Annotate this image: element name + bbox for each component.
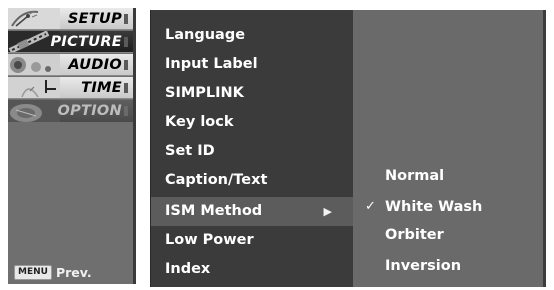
menu-item-label: Set ID — [165, 143, 215, 159]
tab-time-label: TIME — [81, 77, 128, 98]
satellite-dish-icon — [8, 8, 60, 29]
menu-item-simplink[interactable]: SIMPLINK — [151, 79, 354, 108]
tab-time[interactable]: TIME — [8, 77, 133, 99]
ism-method-options: Normal ✓ White Wash Orbiter Inversion — [353, 10, 546, 287]
tab-audio-label: AUDIO — [68, 54, 128, 75]
tab-audio[interactable]: AUDIO — [8, 54, 133, 76]
clock-hands-icon — [8, 77, 60, 98]
option-disc-icon — [8, 100, 60, 122]
menu-item-label: Index — [165, 261, 211, 277]
tab-option-label: OPTION — [57, 100, 128, 122]
tab-picture-label: PICTURE — [51, 31, 129, 52]
tab-setup-label: SETUP — [68, 8, 128, 29]
checkmark-icon: ✓ — [365, 199, 376, 214]
osd-tab-column: SETUP PICTURE AUDIO TIME OPTION MENU Pre… — [8, 8, 136, 284]
menu-item-label: Low Power — [165, 232, 254, 248]
option-label: White Wash — [385, 199, 483, 215]
prev-hint: MENU Prev. — [14, 264, 92, 280]
menu-item-language[interactable]: Language — [151, 21, 354, 50]
speaker-icon — [8, 54, 60, 75]
menu-item-input-label[interactable]: Input Label — [151, 50, 354, 79]
setup-submenu: Language Input Label SIMPLINK Key lock S… — [150, 10, 354, 287]
menu-item-label: SIMPLINK — [165, 85, 244, 101]
option-orbiter[interactable]: Orbiter — [353, 221, 543, 249]
menu-key-icon: MENU — [14, 264, 52, 280]
option-label: Normal — [385, 168, 445, 184]
prev-label: Prev. — [55, 264, 92, 280]
tab-picture[interactable]: PICTURE — [8, 31, 133, 53]
menu-item-set-id[interactable]: Set ID — [151, 137, 354, 166]
menu-item-label: ISM Method — [165, 203, 263, 219]
submenu-arrow-icon: ▶ — [323, 205, 332, 218]
menu-item-label: Input Label — [165, 56, 258, 72]
menu-item-key-lock[interactable]: Key lock — [151, 108, 354, 137]
menu-item-low-power[interactable]: Low Power — [151, 226, 354, 255]
menu-item-label: Caption/Text — [165, 172, 268, 188]
option-normal[interactable]: Normal — [353, 162, 543, 190]
menu-item-caption-text[interactable]: Caption/Text — [151, 166, 354, 195]
menu-item-ism-method[interactable]: ISM Method ▶ — [151, 197, 354, 226]
menu-item-index[interactable]: Index — [151, 255, 354, 284]
option-inversion[interactable]: Inversion — [353, 252, 543, 280]
tab-setup[interactable]: SETUP — [8, 8, 133, 30]
option-white-wash[interactable]: ✓ White Wash — [353, 193, 543, 221]
menu-item-label: Key lock — [165, 114, 234, 130]
option-label: Inversion — [385, 258, 462, 274]
option-label: Orbiter — [385, 227, 444, 243]
tab-option[interactable]: OPTION — [8, 100, 133, 122]
menu-item-label: Language — [165, 27, 246, 43]
